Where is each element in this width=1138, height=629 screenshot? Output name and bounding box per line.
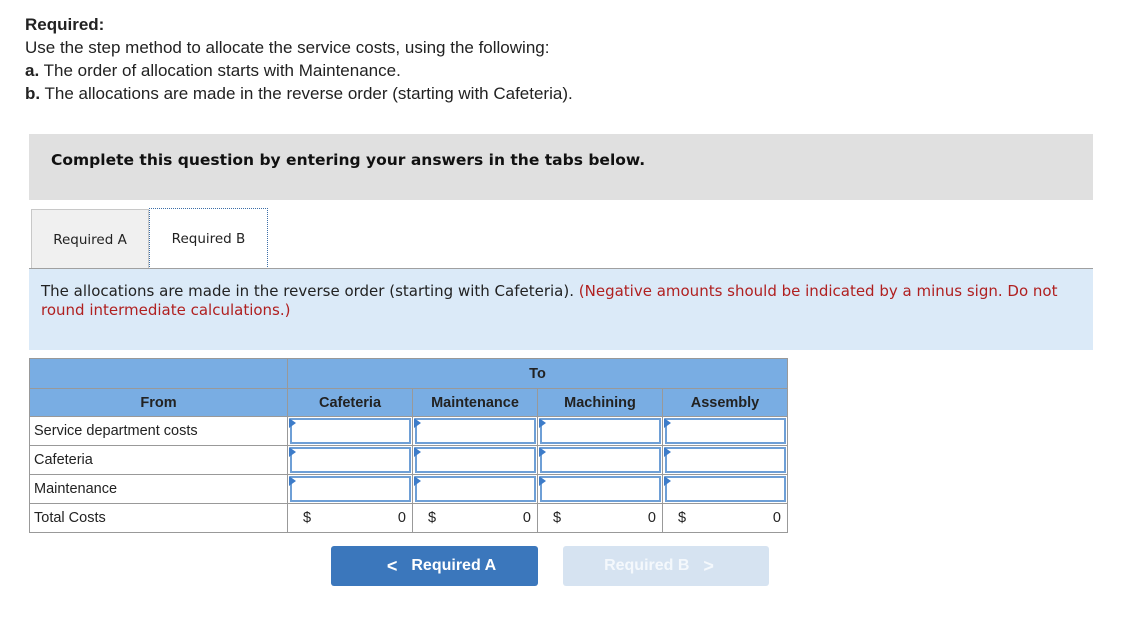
cafeteria-maintenance-input[interactable] [415, 447, 536, 473]
service-costs-cafeteria-input[interactable] [290, 418, 411, 444]
required-item-a: a. The order of allocation starts with M… [25, 61, 401, 80]
header-machining: Machining [537, 388, 663, 417]
header-maintenance: Maintenance [412, 388, 538, 417]
maintenance-cafeteria-input[interactable] [290, 476, 411, 502]
instruction-bar: Complete this question by entering your … [29, 134, 1093, 200]
input-flag-icon [289, 418, 296, 428]
allocation-table: To From Cafeteria Maintenance Machining … [29, 358, 788, 533]
service-costs-machining-input[interactable] [540, 418, 661, 444]
input-flag-icon [539, 447, 546, 457]
input-flag-icon [414, 447, 421, 457]
tab-required-b[interactable]: Required B [149, 208, 268, 269]
required-title: Required: [25, 15, 105, 34]
tab-required-a[interactable]: Required A [31, 209, 149, 269]
header-assembly: Assembly [662, 388, 788, 417]
input-flag-icon [539, 418, 546, 428]
total-cafeteria: $0 [287, 503, 413, 533]
row-label: Cafeteria [29, 445, 288, 475]
chevron-right-icon: > [703, 555, 714, 576]
prev-required-a-button[interactable]: < Required A [331, 546, 538, 586]
input-flag-icon [664, 447, 671, 457]
instruction-text: Complete this question by entering your … [51, 151, 646, 169]
input-flag-icon [289, 447, 296, 457]
total-label: Total Costs [29, 503, 288, 533]
total-row: Total Costs $0 $0 $0 $0 [29, 503, 788, 533]
total-maintenance: $0 [412, 503, 538, 533]
input-flag-icon [664, 476, 671, 486]
row-label: Maintenance [29, 474, 288, 504]
table-row: Maintenance [29, 474, 788, 504]
header-from: From [29, 388, 288, 417]
header-blank [29, 358, 288, 389]
service-costs-maintenance-input[interactable] [415, 418, 536, 444]
service-costs-assembly-input[interactable] [665, 418, 786, 444]
required-instruction: Use the step method to allocate the serv… [25, 38, 550, 57]
question-prompt: The allocations are made in the reverse … [29, 269, 1093, 350]
chevron-left-icon: < [386, 555, 398, 576]
header-to: To [287, 358, 788, 389]
requirements-text: Required: Use the step method to allocat… [25, 13, 573, 105]
input-flag-icon [414, 476, 421, 486]
cafeteria-cafeteria-input[interactable] [290, 447, 411, 473]
header-cafeteria: Cafeteria [287, 388, 413, 417]
input-flag-icon [664, 418, 671, 428]
input-flag-icon [289, 476, 296, 486]
input-flag-icon [539, 476, 546, 486]
cafeteria-assembly-input[interactable] [665, 447, 786, 473]
maintenance-machining-input[interactable] [540, 476, 661, 502]
input-flag-icon [414, 418, 421, 428]
cafeteria-machining-input[interactable] [540, 447, 661, 473]
row-label: Service department costs [29, 416, 288, 446]
required-item-b: b. The allocations are made in the rever… [25, 84, 573, 103]
total-machining: $0 [537, 503, 663, 533]
next-required-b-button[interactable]: Required B > [563, 546, 769, 586]
table-row: Cafeteria [29, 445, 788, 475]
maintenance-assembly-input[interactable] [665, 476, 786, 502]
total-assembly: $0 [662, 503, 788, 533]
maintenance-maintenance-input[interactable] [415, 476, 536, 502]
table-row: Service department costs [29, 416, 788, 446]
prompt-text: The allocations are made in the reverse … [41, 282, 579, 300]
